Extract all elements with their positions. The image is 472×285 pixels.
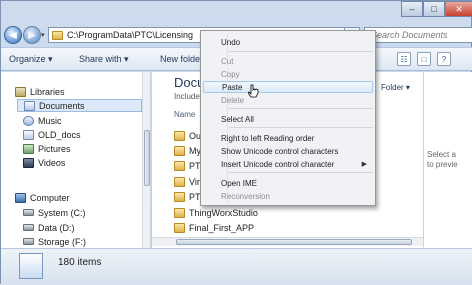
library-includes-text: Include xyxy=(174,92,200,101)
sidebar-item-storage-f[interactable]: Storage (F:) xyxy=(23,235,86,248)
title-bar: – □ ✕ xyxy=(1,1,472,23)
file-name: Final_First_APP xyxy=(189,223,255,233)
menu-item-cut[interactable]: Cut xyxy=(203,55,373,67)
back-arrow-icon: ◀ xyxy=(9,29,17,41)
menu-item-show-unicode-control[interactable]: Show Unicode control characters xyxy=(203,145,373,157)
menu-item-open-ime[interactable]: Open IME xyxy=(203,177,373,189)
music-icon xyxy=(23,115,34,126)
minimize-button[interactable]: – xyxy=(401,1,423,17)
list-item[interactable]: ThingWorxStudio xyxy=(174,207,258,219)
forward-arrow-icon: ▶ xyxy=(28,29,36,41)
menu-item-select-all[interactable]: Select All xyxy=(203,113,373,125)
folder-icon xyxy=(174,161,185,171)
share-with-menu[interactable]: Share with ▾ xyxy=(79,54,129,65)
sidebar-item-label: Data (D:) xyxy=(38,222,75,233)
menu-item-undo[interactable]: Undo xyxy=(203,36,373,48)
navigation-scrollbar[interactable] xyxy=(142,72,150,248)
library-icon xyxy=(15,86,26,97)
folder-icon xyxy=(174,208,185,218)
menu-item-paste[interactable]: Paste xyxy=(203,81,373,93)
context-menu: Undo Cut Copy Paste Delete Select All Ri… xyxy=(200,30,376,206)
sidebar-item-label: Pictures xyxy=(38,143,71,154)
documents-library-icon xyxy=(19,253,43,279)
new-folder-button[interactable]: New folder xyxy=(160,54,203,64)
view-controls: ☷ □ ? xyxy=(397,52,451,66)
scrollbar-thumb[interactable] xyxy=(176,239,412,245)
folder-icon xyxy=(174,192,185,202)
sidebar-item-old-docs[interactable]: OLD_docs xyxy=(23,128,81,141)
menu-item-reconversion[interactable]: Reconversion xyxy=(203,190,373,202)
menu-item-rtl-reading-order[interactable]: Right to left Reading order xyxy=(203,132,373,144)
sidebar-item-label: OLD_docs xyxy=(38,129,81,140)
item-count: 180 items xyxy=(58,257,102,268)
sidebar-item-label: Videos xyxy=(38,157,66,168)
sidebar-item-label: Music xyxy=(38,115,62,126)
folder-icon xyxy=(174,131,185,141)
sidebar-item-documents[interactable]: Documents xyxy=(17,99,142,112)
maximize-button[interactable]: □ xyxy=(423,1,445,17)
preview-line: to previe xyxy=(427,160,458,169)
menu-separator xyxy=(229,108,373,109)
videos-icon xyxy=(23,157,34,168)
mouse-cursor-icon xyxy=(248,84,259,98)
file-name: ThingWorxStudio xyxy=(189,208,258,218)
sidebar-item-data-d[interactable]: Data (D:) xyxy=(23,221,75,234)
folder-icon xyxy=(52,30,63,40)
column-header-name[interactable]: Name xyxy=(174,110,195,119)
search-input[interactable]: Search Documents xyxy=(364,27,472,43)
details-pane: 180 items xyxy=(1,248,472,285)
back-button[interactable]: ◀ xyxy=(4,26,22,44)
sidebar-item-label: Documents xyxy=(39,100,85,111)
sidebar-item-system-c[interactable]: System (C:) xyxy=(23,206,86,219)
preview-message: Select a to previe xyxy=(427,150,458,170)
menu-item-insert-unicode-control[interactable]: Insert Unicode control character ▶ xyxy=(203,158,373,170)
sidebar-item-label: System (C:) xyxy=(38,207,86,218)
scrollbar-thumb[interactable] xyxy=(144,130,150,186)
recent-pages-dropdown[interactable]: ▾ xyxy=(41,31,45,39)
pictures-icon xyxy=(23,143,34,154)
documents-icon xyxy=(23,129,34,140)
menu-separator xyxy=(229,51,373,52)
horizontal-scrollbar[interactable] xyxy=(152,237,423,246)
address-path: C:\ProgramData\PTC\Licensing xyxy=(67,30,194,40)
sidebar-item-libraries[interactable]: Libraries xyxy=(15,85,135,98)
list-item[interactable]: Final_First_APP xyxy=(174,222,254,234)
folder-icon xyxy=(174,177,185,187)
folder-icon xyxy=(174,223,185,233)
sidebar-item-videos[interactable]: Videos xyxy=(23,156,65,169)
forward-button[interactable]: ▶ xyxy=(23,26,41,44)
sidebar-item-computer[interactable]: Computer xyxy=(15,191,70,204)
change-view-icon[interactable]: ☷ xyxy=(397,52,411,66)
folder-icon xyxy=(174,146,185,156)
list-item[interactable]: Virt xyxy=(174,176,202,188)
menu-item-copy[interactable]: Copy xyxy=(203,68,373,80)
preview-line: Select a xyxy=(427,150,456,159)
drive-icon xyxy=(23,224,34,231)
drive-icon xyxy=(23,238,34,245)
drive-icon xyxy=(23,209,34,216)
close-button[interactable]: ✕ xyxy=(445,1,472,17)
organize-menu[interactable]: Organize ▾ xyxy=(9,54,53,65)
arrange-by-dropdown[interactable]: Folder ▾ xyxy=(381,83,410,92)
documents-icon xyxy=(24,100,35,111)
sidebar-item-label: Libraries xyxy=(30,86,65,97)
sidebar-item-label: Computer xyxy=(30,192,70,203)
computer-icon xyxy=(15,192,26,203)
menu-separator xyxy=(229,127,373,128)
navigation-pane: Libraries Documents Music OLD_docs Pictu… xyxy=(1,72,151,248)
help-icon[interactable]: ? xyxy=(437,52,451,66)
submenu-arrow-icon: ▶ xyxy=(361,161,367,168)
explorer-window: – □ ✕ ◀ ▶ ▾ C:\ProgramData\PTC\Licensing… xyxy=(0,0,472,285)
sidebar-item-music[interactable]: Music xyxy=(23,114,62,127)
sidebar-item-label: Storage (F:) xyxy=(38,236,87,247)
menu-separator xyxy=(229,172,373,173)
preview-pane-icon[interactable]: □ xyxy=(417,52,431,66)
sidebar-item-pictures[interactable]: Pictures xyxy=(23,142,71,155)
preview-pane: Select a to previe xyxy=(423,72,472,248)
caption-buttons: – □ ✕ xyxy=(401,1,472,17)
menu-item-delete[interactable]: Delete xyxy=(203,94,373,106)
list-item[interactable]: My xyxy=(174,145,201,157)
menu-item-label: Insert Unicode control character xyxy=(221,159,335,169)
